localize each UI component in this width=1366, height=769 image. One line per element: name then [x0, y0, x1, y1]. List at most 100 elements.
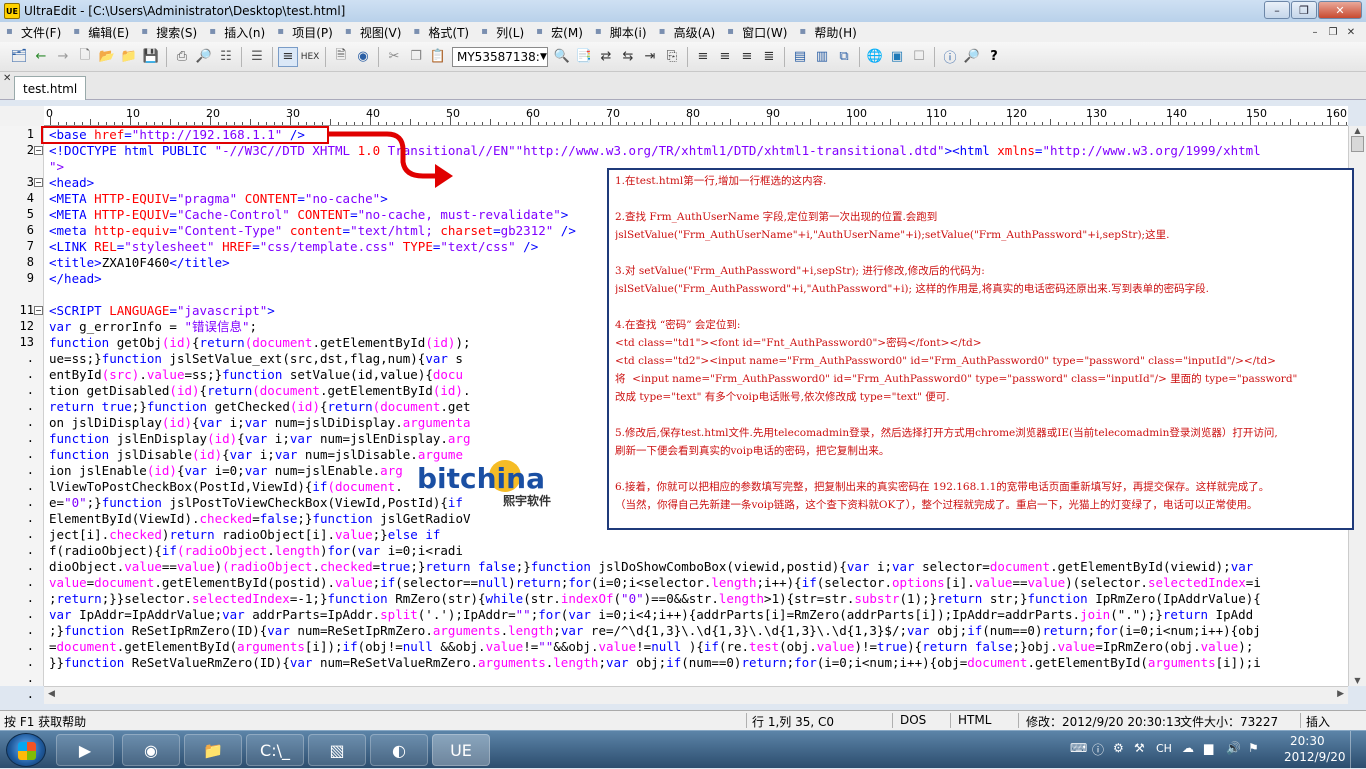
- print-preview-icon[interactable]: 🔎: [194, 47, 214, 67]
- explorer-icon[interactable]: 📁: [184, 734, 242, 766]
- menu-item-0[interactable]: ▪ 文件(F): [0, 22, 67, 42]
- browser-icon[interactable]: ◉: [353, 47, 373, 67]
- properties-icon[interactable]: ☰: [247, 47, 267, 67]
- menu-item-7[interactable]: ▪ 列(L): [475, 22, 530, 42]
- code-line: ;}function ReSetIpRmZero(ID){var num=ReS…: [49, 623, 1261, 638]
- mdi-restore-icon[interactable]: ❐: [1324, 24, 1342, 40]
- mdi-close-icon[interactable]: ✕: [1342, 24, 1360, 40]
- align-left-icon[interactable]: ≡: [693, 47, 713, 67]
- ime-indicator[interactable]: CH: [1156, 742, 1172, 755]
- code-line: tion getDisabled(id){return(document.get…: [49, 383, 471, 398]
- find-in-files-icon[interactable]: 📑: [574, 47, 594, 67]
- replace-icon[interactable]: ⇄: [596, 47, 616, 67]
- volume-icon[interactable]: 🔊: [1226, 741, 1241, 755]
- paste-icon[interactable]: 📋: [428, 47, 448, 67]
- minimize-button[interactable]: –: [1264, 1, 1290, 19]
- flag-icon[interactable]: ⚑: [1248, 741, 1259, 755]
- tile-vertical-icon[interactable]: ▥: [812, 47, 832, 67]
- close-tab-icon[interactable]: ✕: [3, 73, 11, 84]
- find-icon[interactable]: 🔍: [552, 47, 572, 67]
- menu-item-12[interactable]: ▪ 帮助(H): [793, 22, 862, 42]
- fold-toggle-icon[interactable]: −: [34, 146, 43, 155]
- start-button[interactable]: [6, 733, 46, 767]
- chevron-down-icon[interactable]: ▼: [540, 52, 547, 62]
- clock-date[interactable]: 2012/9/20: [1284, 750, 1346, 764]
- cascade-icon[interactable]: ⧉: [834, 47, 854, 67]
- menu-item-3[interactable]: ▪ 插入(n): [203, 22, 271, 42]
- help-tray-icon[interactable]: ⓘ: [1092, 741, 1104, 758]
- ftp-icon[interactable]: ▣: [887, 47, 907, 67]
- menu-item-1[interactable]: ▪ 编辑(E): [67, 22, 135, 42]
- menu-item-6[interactable]: ▪ 格式(T): [407, 22, 475, 42]
- code-line: ;return;}}selector.selectedIndex=-1;}fun…: [49, 591, 1261, 606]
- open-file-icon[interactable]: 📂: [97, 47, 117, 67]
- page-setup-icon[interactable]: ☷: [216, 47, 236, 67]
- align-right-icon[interactable]: ≡: [737, 47, 757, 67]
- code-line: value=document.getElementById(postid).va…: [49, 575, 1261, 590]
- scroll-thumb[interactable]: [1351, 136, 1364, 152]
- split-window-icon[interactable]: ▤: [790, 47, 810, 67]
- media-app-icon[interactable]: ◐: [370, 734, 428, 766]
- help-search-icon[interactable]: 🔎: [962, 47, 982, 67]
- menu-item-10[interactable]: ▪ 高级(A): [653, 22, 722, 42]
- ruler-label: 110: [926, 107, 947, 120]
- fold-toggle-icon[interactable]: −: [34, 178, 43, 187]
- align-center-icon[interactable]: ≡: [715, 47, 735, 67]
- goto-icon[interactable]: ⇥: [640, 47, 660, 67]
- whats-this-icon[interactable]: ?: [984, 47, 1004, 67]
- media-player-icon[interactable]: ▶: [56, 734, 114, 766]
- cut-icon[interactable]: ✂: [384, 47, 404, 67]
- tray-settings-icon[interactable]: ⚙: [1113, 741, 1124, 755]
- chrome-icon[interactable]: ◉: [122, 734, 180, 766]
- mdi-minimize-icon[interactable]: –: [1306, 24, 1324, 40]
- justify-icon[interactable]: ≣: [759, 47, 779, 67]
- keyboard-icon[interactable]: ⌨: [1070, 741, 1087, 755]
- scroll-left-icon[interactable]: ◀: [48, 689, 55, 699]
- ultraedit-taskbar-icon[interactable]: UE: [432, 734, 490, 766]
- forward-icon[interactable]: →: [53, 47, 73, 67]
- word-wrap-icon[interactable]: ≡: [278, 46, 298, 67]
- back-icon[interactable]: ←: [31, 47, 51, 67]
- scroll-up-icon[interactable]: ▲: [1349, 126, 1366, 136]
- annotation-line: jslSetValue("Frm_AuthPassword"+i,"AuthPa…: [615, 283, 1209, 295]
- toolbar-extra-icon[interactable]: ☐: [909, 47, 929, 67]
- tray-network-icon[interactable]: ☁: [1182, 741, 1194, 755]
- image-viewer-icon[interactable]: ▧: [308, 734, 366, 766]
- scroll-down-icon[interactable]: ▼: [1349, 676, 1366, 686]
- scroll-right-icon[interactable]: ▶: [1337, 689, 1344, 699]
- annotation-line: jslSetValue("Frm_AuthUserName"+i,"AuthUs…: [615, 229, 1170, 241]
- tab-test-html[interactable]: test.html: [14, 76, 87, 100]
- info-icon[interactable]: ⓘ: [940, 47, 960, 67]
- menu-item-8[interactable]: ▪ 宏(M): [530, 22, 589, 42]
- signal-icon[interactable]: ▆: [1204, 741, 1213, 755]
- status-encoding: DOS: [900, 713, 927, 727]
- menu-item-4[interactable]: ▪ 项目(P): [271, 22, 339, 42]
- clock-time[interactable]: 20:30: [1290, 734, 1325, 748]
- spell-check-icon[interactable]: ⎘: [662, 47, 682, 67]
- hex-mode-icon[interactable]: HEX: [300, 47, 320, 67]
- web-icon[interactable]: 🌐: [865, 47, 885, 67]
- line-number: 9: [26, 271, 34, 285]
- clipboard-combo[interactable]: MY53587138: ▼: [452, 46, 548, 67]
- show-desktop-button[interactable]: [1350, 731, 1366, 769]
- menu-item-11[interactable]: ▪ 窗口(W): [721, 22, 793, 42]
- tray-tool-icon[interactable]: ⚒: [1134, 741, 1145, 755]
- print-icon[interactable]: ⎙: [172, 47, 192, 67]
- fold-toggle-icon[interactable]: −: [34, 306, 43, 315]
- new-file-icon[interactable]: 🗋: [75, 47, 95, 67]
- open-folder-icon[interactable]: 📁: [119, 47, 139, 67]
- menu-item-9[interactable]: ▪ 脚本(i): [589, 22, 653, 42]
- menu-item-5[interactable]: ▪ 视图(V): [339, 22, 408, 42]
- document-icon[interactable]: 🗎: [331, 47, 351, 67]
- replace-in-files-icon[interactable]: ⇆: [618, 47, 638, 67]
- cmd-icon[interactable]: C:\_: [246, 734, 304, 766]
- horizontal-scrollbar[interactable]: ◀ ▶: [44, 686, 1348, 704]
- maximize-button[interactable]: ❐: [1291, 1, 1317, 19]
- open-project-icon[interactable]: 🗂: [9, 47, 29, 67]
- save-icon[interactable]: 💾: [141, 47, 161, 67]
- highlight-box: [41, 126, 329, 144]
- copy-icon[interactable]: ❐: [406, 47, 426, 67]
- menu-item-2[interactable]: ▪ 搜索(S): [135, 22, 203, 42]
- menu-item-icon: ▪: [73, 26, 81, 37]
- close-button[interactable]: ✕: [1318, 1, 1362, 19]
